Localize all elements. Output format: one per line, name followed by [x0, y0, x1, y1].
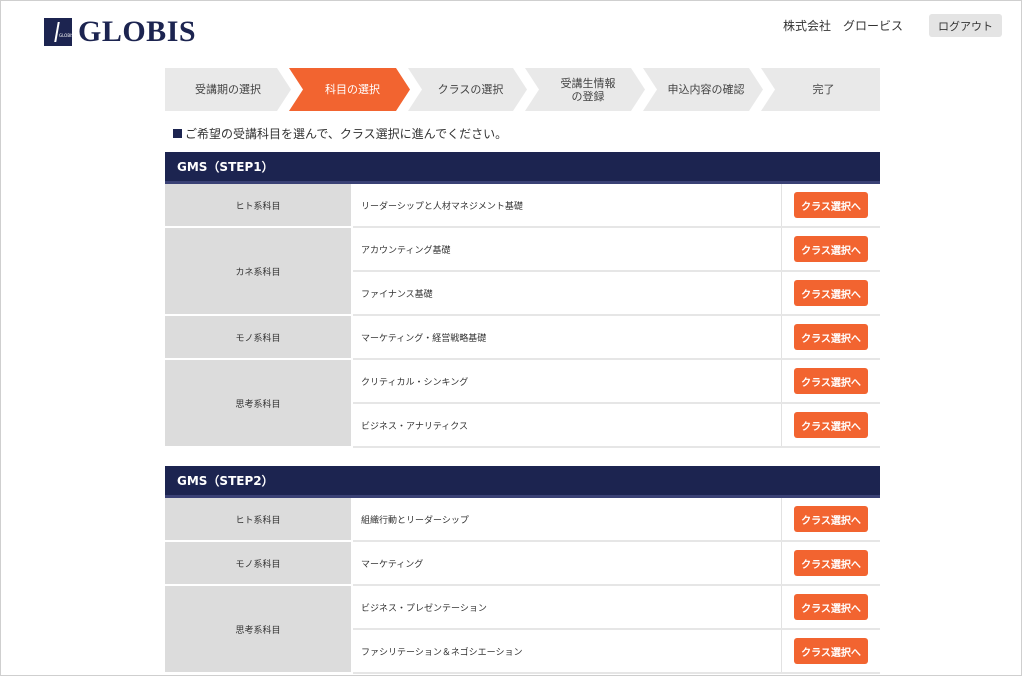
course-section-step2: GMS（STEP2） ヒト系科目 組織行動とリーダーシップ クラス選択へ モノ系科目 マー… — [165, 466, 880, 674]
course-name: ビジネス・プレゼンテーション — [353, 586, 782, 628]
course-row: マーケティング・経営戦略基礎 クラス選択へ — [353, 316, 880, 360]
course-row: クリティカル・シンキング クラス選択へ — [353, 360, 880, 404]
course-row: リーダーシップと人材マネジメント基礎 クラス選択へ — [353, 184, 880, 228]
logout-button[interactable]: ログアウト — [929, 14, 1002, 37]
step-label: 科目の選択 — [325, 83, 380, 96]
course-row: アカウンティング基礎 クラス選択へ — [353, 228, 880, 272]
select-class-button[interactable]: クラス選択へ — [794, 506, 868, 532]
select-class-button[interactable]: クラス選択へ — [794, 324, 868, 350]
logo-mark-text: GLOBIS — [59, 33, 74, 38]
course-name: 組織行動とリーダーシップ — [353, 498, 782, 540]
course-row: マーケティング クラス選択へ — [353, 542, 880, 586]
select-class-button[interactable]: クラス選択へ — [794, 550, 868, 576]
course-name: クリティカル・シンキング — [353, 360, 782, 402]
select-class-button[interactable]: クラス選択へ — [794, 638, 868, 664]
course-row: ビジネス・アナリティクス クラス選択へ — [353, 404, 880, 448]
logo-text: GLOBIS — [78, 15, 197, 48]
select-class-button[interactable]: クラス選択へ — [794, 236, 868, 262]
section-title: GMS（STEP2） — [165, 466, 880, 498]
category-label: モノ系科目 — [165, 316, 353, 360]
course-group: ヒト系科目 リーダーシップと人材マネジメント基礎 クラス選択へ — [165, 184, 880, 228]
course-name: マーケティング・経営戦略基礎 — [353, 316, 782, 358]
section-title: GMS（STEP1） — [165, 152, 880, 184]
step-4: 受講生情報 の登録 — [525, 68, 645, 111]
step-6: 完了 — [761, 68, 880, 111]
course-group: 思考系科目 クリティカル・シンキング クラス選択へ ビジネス・アナリティクス クラス選択… — [165, 360, 880, 448]
course-action-cell: クラス選択へ — [782, 498, 880, 540]
logo-mark-icon: GLOBIS — [44, 18, 74, 46]
step-label: 申込内容の確認 — [667, 83, 745, 96]
category-label: モノ系科目 — [165, 542, 353, 586]
step-3: クラスの選択 — [408, 68, 527, 111]
progress-steps: 受講期の選択 科目の選択 クラスの選択 受講生情報 の登録 申込内容の確認 完了 — [165, 68, 880, 111]
category-label: カネ系科目 — [165, 228, 353, 316]
course-group: ヒト系科目 組織行動とリーダーシップ クラス選択へ — [165, 498, 880, 542]
instruction-text: ご希望の受講科目を選んで、クラス選択に進んでください。 — [173, 125, 507, 142]
course-action-cell: クラス選択へ — [782, 184, 880, 226]
select-class-button[interactable]: クラス選択へ — [794, 192, 868, 218]
header: GLOBIS GLOBIS 株式会社 グロービス ログアウト — [1, 1, 1022, 61]
instruction-label: ご希望の受講科目を選んで、クラス選択に進んでください。 — [185, 127, 508, 141]
course-name: ファイナンス基礎 — [353, 272, 782, 314]
course-group: カネ系科目 アカウンティング基礎 クラス選択へ ファイナンス基礎 クラス選択へ — [165, 228, 880, 316]
step-2: 科目の選択 — [289, 68, 410, 111]
square-bullet-icon — [173, 129, 182, 138]
course-row: ファイナンス基礎 クラス選択へ — [353, 272, 880, 316]
course-action-cell: クラス選択へ — [782, 630, 880, 672]
course-name: リーダーシップと人材マネジメント基礎 — [353, 184, 782, 226]
course-name: マーケティング — [353, 542, 782, 584]
step-5: 申込内容の確認 — [643, 68, 763, 111]
course-row: ファシリテーション＆ネゴシエーション クラス選択へ — [353, 630, 880, 674]
course-group: モノ系科目 マーケティング クラス選択へ — [165, 542, 880, 586]
company-name: 株式会社 グロービス — [783, 19, 904, 33]
course-action-cell: クラス選択へ — [782, 360, 880, 402]
course-name: ビジネス・アナリティクス — [353, 404, 782, 446]
course-group: 思考系科目 ビジネス・プレゼンテーション クラス選択へ ファシリテーション＆ネゴシエー… — [165, 586, 880, 674]
course-action-cell: クラス選択へ — [782, 586, 880, 628]
globis-logo[interactable]: GLOBIS GLOBIS — [44, 15, 196, 49]
category-label: 思考系科目 — [165, 586, 353, 674]
course-name: アカウンティング基礎 — [353, 228, 782, 270]
select-class-button[interactable]: クラス選択へ — [794, 368, 868, 394]
step-1: 受講期の選択 — [165, 68, 291, 111]
course-action-cell: クラス選択へ — [782, 316, 880, 358]
category-label: ヒト系科目 — [165, 184, 353, 228]
course-action-cell: クラス選択へ — [782, 228, 880, 270]
course-row: ビジネス・プレゼンテーション クラス選択へ — [353, 586, 880, 630]
course-action-cell: クラス選択へ — [782, 272, 880, 314]
step-label: 受講生情報 の登録 — [560, 76, 616, 103]
course-section-step1: GMS（STEP1） ヒト系科目 リーダーシップと人材マネジメント基礎 クラス選択へカ… — [165, 152, 880, 448]
course-action-cell: クラス選択へ — [782, 404, 880, 446]
step-label: クラスの選択 — [437, 83, 504, 96]
course-action-cell: クラス選択へ — [782, 542, 880, 584]
category-label: 思考系科目 — [165, 360, 353, 448]
course-group: モノ系科目 マーケティング・経営戦略基礎 クラス選択へ — [165, 316, 880, 360]
course-name: ファシリテーション＆ネゴシエーション — [353, 630, 782, 672]
category-label: ヒト系科目 — [165, 498, 353, 542]
step-label: 完了 — [812, 83, 835, 96]
step-label: 受講期の選択 — [195, 83, 261, 96]
select-class-button[interactable]: クラス選択へ — [794, 412, 868, 438]
course-row: 組織行動とリーダーシップ クラス選択へ — [353, 498, 880, 542]
select-class-button[interactable]: クラス選択へ — [794, 280, 868, 306]
select-class-button[interactable]: クラス選択へ — [794, 594, 868, 620]
